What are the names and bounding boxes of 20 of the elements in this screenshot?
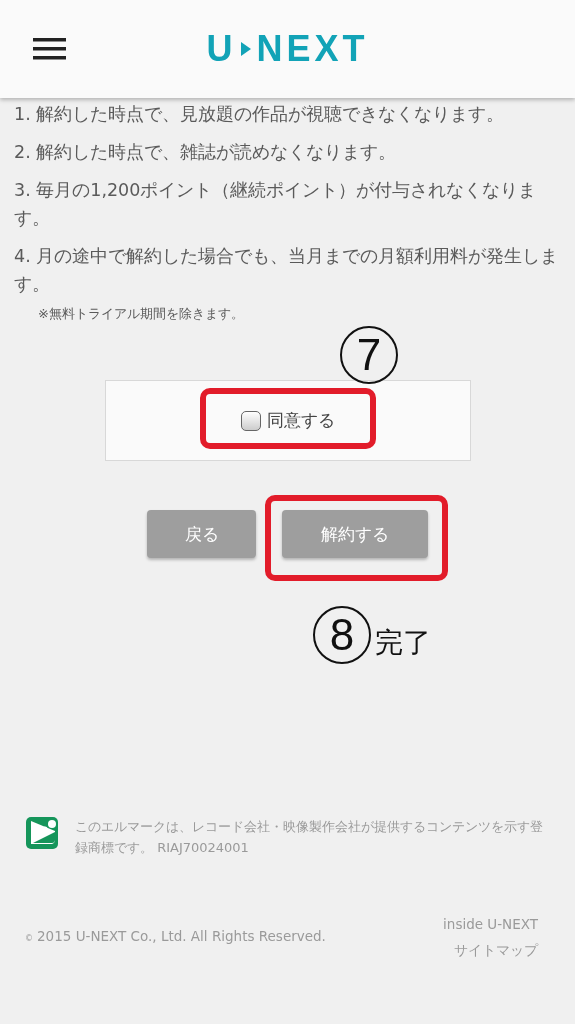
- record-mark-text: このエルマークは、レコード会社・映像製作会社が提供するコンテンツを示す登録商標です。 RIAJ70024001: [75, 818, 544, 857]
- note-text: ※無料トライアル期間を除きます。: [38, 305, 245, 323]
- step-number: 8: [313, 606, 371, 664]
- agree-checkbox[interactable]: 同意する: [235, 409, 341, 432]
- notice-text: 4. 月の途中で解約した場合でも、当月までの月額利用料が発生します。: [14, 245, 560, 296]
- notice-text: 1. 解約した時点で、見放題の作品が視聴できなくなります。: [14, 103, 506, 126]
- copyright-symbol: ©: [25, 934, 33, 943]
- copyright-text: 2015 U-NEXT Co., Ltd. All Rights Reserved.: [37, 928, 326, 944]
- footer-link[interactable]: サイトマップ: [454, 942, 538, 960]
- footer-link[interactable]: inside U-NEXT: [443, 916, 538, 932]
- checkbox[interactable]: [241, 410, 261, 431]
- record-mark-icon: [25, 816, 59, 850]
- notice-text: 3. 毎月の1,200ポイント（継続ポイント）が付与されなくなります。: [14, 179, 538, 230]
- logo[interactable]: U NEXT: [206, 31, 369, 67]
- notice-text: 2. 解約した時点で、雑誌が読めなくなります。: [14, 141, 398, 164]
- step-label: 完了: [375, 625, 431, 661]
- back-button[interactable]: 戻る: [147, 510, 256, 558]
- menu-icon[interactable]: [33, 38, 66, 60]
- step-number: 7: [340, 326, 398, 384]
- cancel-subscription-button[interactable]: 解約する: [282, 510, 428, 558]
